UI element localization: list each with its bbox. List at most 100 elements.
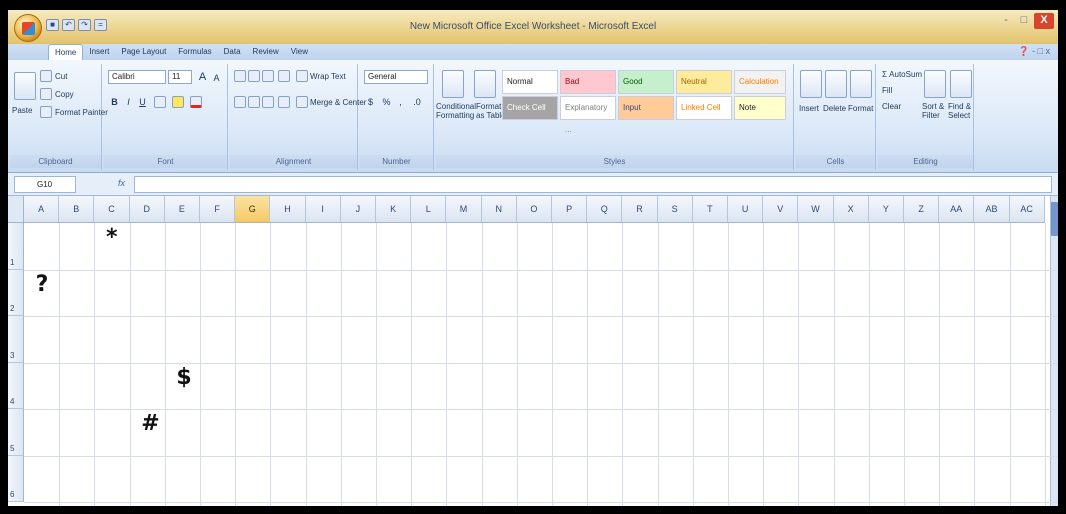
align-right-icon[interactable]: [262, 96, 274, 108]
style-good[interactable]: Good: [618, 70, 674, 94]
percent-button[interactable]: %: [380, 96, 393, 109]
align-center-icon[interactable]: [248, 96, 260, 108]
cell-e4[interactable]: $: [176, 365, 191, 390]
tab-formulas[interactable]: Formulas: [172, 44, 217, 60]
fill-color-icon[interactable]: [172, 96, 184, 108]
insert-cells-icon[interactable]: [800, 70, 822, 98]
decimal-button[interactable]: .0: [408, 96, 426, 109]
align-middle-icon[interactable]: [248, 70, 260, 82]
copy-button[interactable]: Copy: [55, 90, 74, 99]
tab-review[interactable]: Review: [247, 44, 285, 60]
find-select-button[interactable]: Find &: [948, 102, 971, 111]
column-header-r[interactable]: R: [622, 196, 658, 223]
orientation-icon[interactable]: [278, 70, 290, 82]
indent-icon[interactable]: [278, 96, 290, 108]
name-box[interactable]: G10: [14, 176, 76, 193]
format-as-table-icon[interactable]: [474, 70, 496, 98]
column-header-g[interactable]: G: [235, 196, 271, 223]
delete-cells-icon[interactable]: [825, 70, 847, 98]
format-button[interactable]: Format: [848, 104, 873, 113]
insert-button[interactable]: Insert: [799, 104, 819, 113]
restore-button[interactable]: □: [1016, 13, 1032, 29]
column-header-i[interactable]: I: [305, 196, 341, 223]
cut-button[interactable]: Cut: [55, 72, 67, 81]
row-header-3[interactable]: 3: [8, 316, 24, 363]
style-neutral[interactable]: Neutral: [676, 70, 732, 94]
format-painter-button[interactable]: Format Painter: [55, 108, 108, 117]
clear-button[interactable]: Clear: [882, 102, 901, 111]
column-header-t[interactable]: T: [692, 196, 728, 223]
font-color-icon[interactable]: [190, 96, 202, 108]
column-header-ab[interactable]: AB: [974, 196, 1010, 223]
number-format-select[interactable]: General: [364, 70, 428, 84]
worksheet-grid[interactable]: A B C D E F G H I J K L M N O P Q R S T U V W X Y Z AA AB AC 1 2 3 4 5 6 *?…: [8, 196, 1058, 506]
tab-insert[interactable]: Insert: [83, 44, 115, 60]
align-bottom-icon[interactable]: [262, 70, 274, 82]
column-header-u[interactable]: U: [728, 196, 764, 223]
format-as-table-button[interactable]: Format: [476, 102, 501, 111]
row-header-5[interactable]: 5: [8, 409, 24, 456]
sort-filter-button[interactable]: Sort &: [922, 102, 944, 111]
sort-filter-icon[interactable]: [924, 70, 946, 98]
style-note[interactable]: Note: [734, 96, 786, 120]
font-name-select[interactable]: Calibri: [108, 70, 166, 84]
style-input[interactable]: Input: [618, 96, 674, 120]
tab-view[interactable]: View: [285, 44, 314, 60]
shrink-font-button[interactable]: A: [210, 72, 223, 85]
paste-label[interactable]: Paste: [12, 106, 32, 115]
tab-page-layout[interactable]: Page Layout: [115, 44, 172, 60]
column-header-p[interactable]: P: [552, 196, 588, 223]
comma-button[interactable]: ,: [394, 96, 407, 109]
vertical-scrollbar[interactable]: [1050, 196, 1058, 506]
find-select-icon[interactable]: [950, 70, 972, 98]
column-header-x[interactable]: X: [833, 196, 869, 223]
currency-button[interactable]: $: [364, 96, 377, 109]
column-header-j[interactable]: J: [340, 196, 376, 223]
close-button[interactable]: X: [1034, 13, 1054, 29]
column-header-y[interactable]: Y: [868, 196, 904, 223]
delete-button[interactable]: Delete: [823, 104, 846, 113]
column-header-h[interactable]: H: [270, 196, 306, 223]
underline-button[interactable]: U: [136, 96, 149, 109]
conditional-formatting-button[interactable]: Conditional: [436, 102, 476, 111]
column-header-w[interactable]: W: [798, 196, 834, 223]
column-header-n[interactable]: N: [481, 196, 517, 223]
insert-function-icon[interactable]: fx: [118, 178, 125, 188]
paste-icon[interactable]: [14, 72, 36, 100]
column-header-a[interactable]: A: [24, 196, 60, 223]
row-header-1[interactable]: 1: [8, 223, 24, 270]
column-header-l[interactable]: L: [411, 196, 447, 223]
row-header-6[interactable]: 6: [8, 455, 24, 502]
style-calculation[interactable]: Calculation: [734, 70, 786, 94]
cell-d5[interactable]: #: [141, 411, 159, 436]
column-header-aa[interactable]: AA: [939, 196, 975, 223]
style-explanatory[interactable]: Explanatory ...: [560, 96, 616, 134]
formula-input[interactable]: [134, 176, 1052, 193]
tab-home[interactable]: Home: [48, 44, 84, 60]
style-normal[interactable]: Normal: [502, 70, 558, 94]
column-header-s[interactable]: S: [657, 196, 693, 223]
conditional-formatting-icon[interactable]: [442, 70, 464, 98]
column-header-d[interactable]: D: [129, 196, 165, 223]
column-header-z[interactable]: Z: [904, 196, 940, 223]
tab-data[interactable]: Data: [218, 44, 247, 60]
wrap-text-button[interactable]: Wrap Text: [310, 72, 346, 81]
cell-c1[interactable]: *: [106, 225, 118, 250]
help-icon[interactable]: ❓ - □ x: [1018, 46, 1050, 57]
cell-a2[interactable]: ?: [36, 272, 49, 297]
align-top-icon[interactable]: [234, 70, 246, 82]
column-header-v[interactable]: V: [763, 196, 799, 223]
borders-icon[interactable]: [154, 96, 166, 108]
column-header-b[interactable]: B: [59, 196, 95, 223]
font-size-select[interactable]: 11: [168, 70, 192, 84]
row-header-4[interactable]: 4: [8, 362, 24, 409]
grow-font-button[interactable]: A: [196, 71, 209, 84]
minimize-button[interactable]: -: [998, 13, 1014, 29]
italic-button[interactable]: I: [122, 96, 135, 109]
style-linked-cell[interactable]: Linked Cell: [676, 96, 732, 120]
merge-center-button[interactable]: Merge & Center: [310, 98, 366, 107]
column-header-c[interactable]: C: [94, 196, 130, 223]
vertical-scrollbar-thumb[interactable]: [1051, 202, 1058, 236]
style-check-cell[interactable]: Check Cell: [502, 96, 558, 120]
column-header-e[interactable]: E: [164, 196, 200, 223]
